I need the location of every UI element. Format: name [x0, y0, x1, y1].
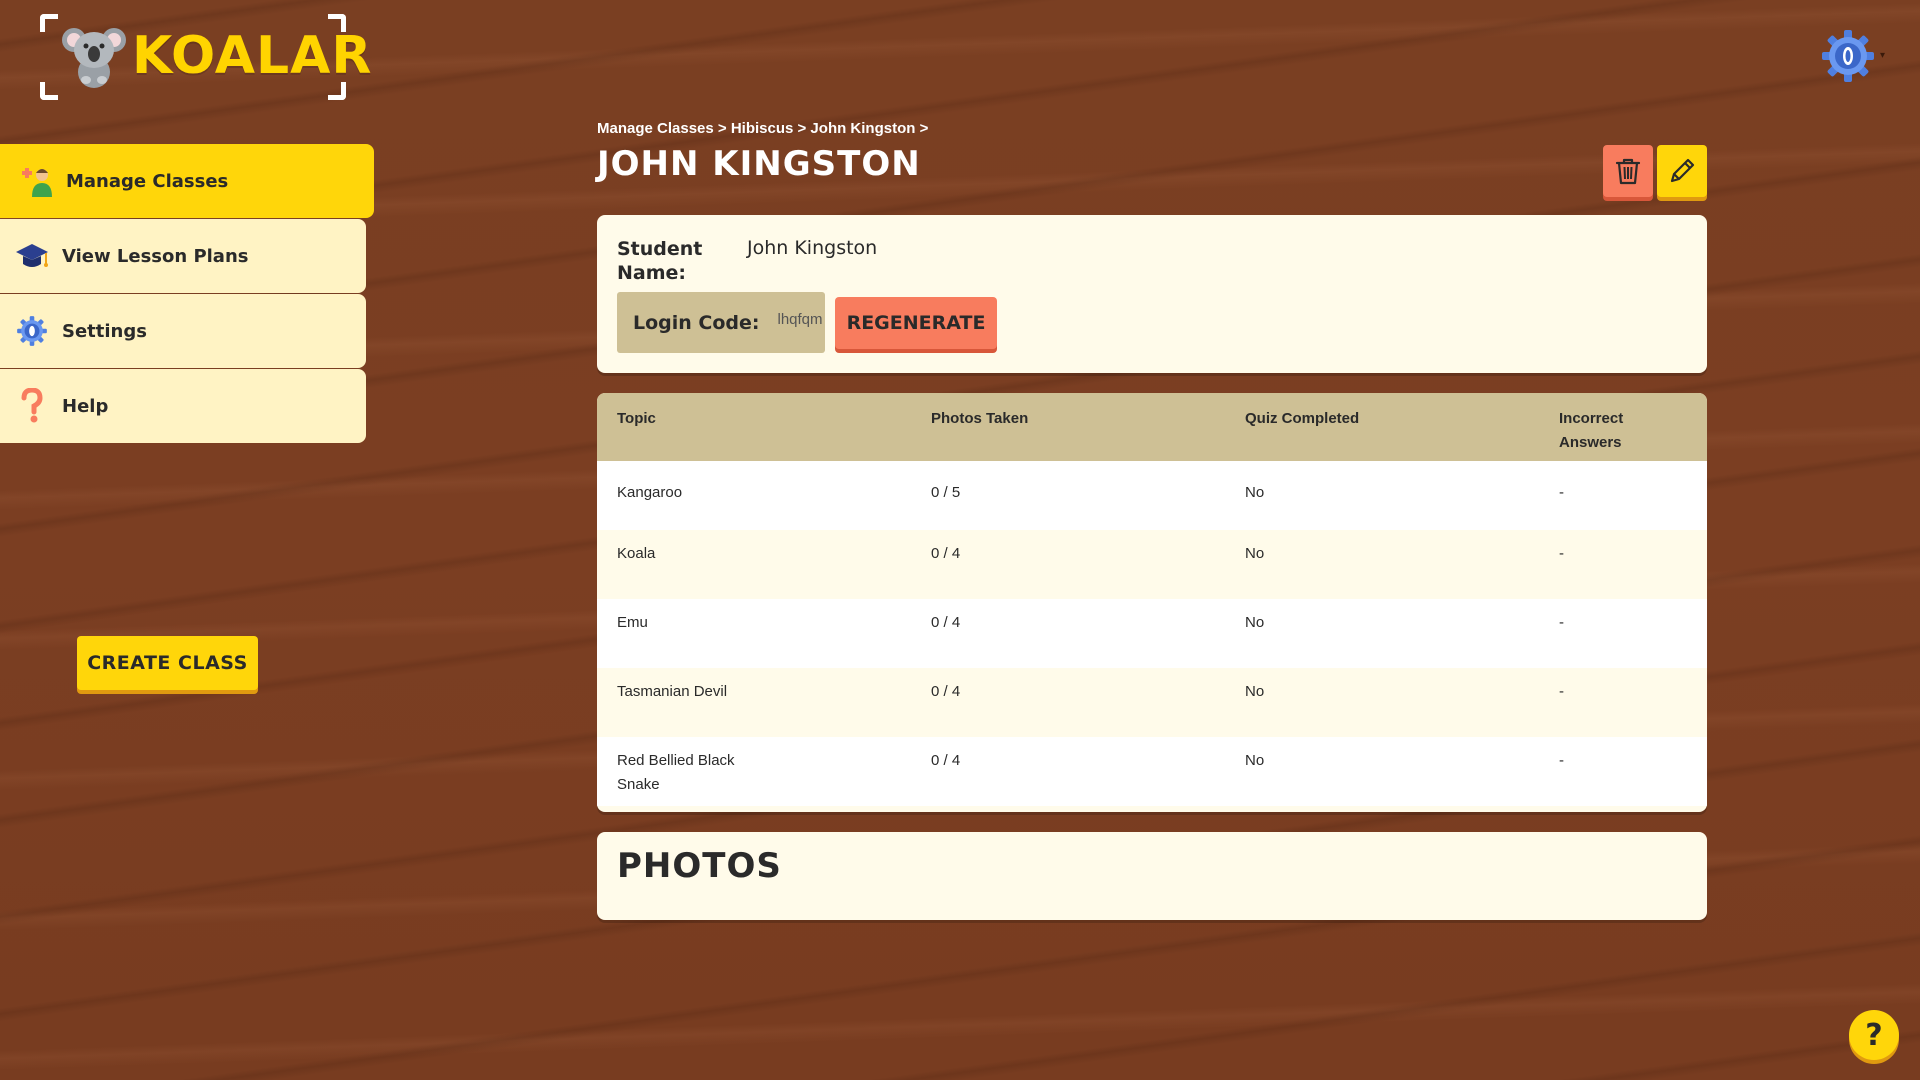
cell-quiz-completed: No	[1225, 737, 1539, 806]
table-row: Kangaroo 0 / 5 No -	[597, 461, 1707, 530]
cell-incorrect-answers: -	[1539, 461, 1707, 530]
sidebar-item-label: View Lesson Plans	[62, 245, 249, 267]
gear-icon[interactable]	[1820, 28, 1876, 84]
breadcrumb[interactable]: Manage Classes > Hibiscus > John Kingsto…	[597, 120, 928, 137]
student-name-value: John Kingston	[747, 237, 878, 259]
help-button[interactable]: ?	[1849, 1010, 1899, 1060]
graduation-cap-icon	[14, 238, 50, 274]
cell-topic: Tasmanian Devil	[597, 668, 911, 737]
cell-photos-taken: 0 / 4	[911, 668, 1225, 737]
cell-incorrect-answers: -	[1539, 599, 1707, 668]
login-code-label: Login Code:	[633, 311, 760, 334]
page-title: JOHN KINGSTON	[597, 144, 921, 184]
cell-quiz-completed: No	[1225, 668, 1539, 737]
topic-progress-table: Topic Photos Taken Quiz Completed Incorr…	[597, 393, 1707, 812]
cell-photos-taken: 0 / 4	[911, 599, 1225, 668]
sidebar-item-label: Help	[62, 395, 109, 417]
trash-icon	[1615, 158, 1641, 185]
cell-topic: Kangaroo	[597, 461, 911, 530]
regenerate-button[interactable]: REGENERATE	[835, 297, 997, 349]
cell-incorrect-answers: -	[1539, 668, 1707, 737]
cell-incorrect-answers: -	[1539, 530, 1707, 599]
cell-photos-taken: 0 / 5	[911, 461, 1225, 530]
cell-quiz-completed: No	[1225, 461, 1539, 530]
cell-topic: Koala	[597, 530, 911, 599]
sidebar-item-help[interactable]: Help	[0, 369, 366, 443]
cell-quiz-completed: No	[1225, 530, 1539, 599]
login-code-value: lhqfqm	[777, 311, 823, 328]
column-header-quiz-completed: Quiz Completed	[1225, 393, 1539, 461]
sidebar-item-view-lesson-plans[interactable]: View Lesson Plans	[0, 219, 366, 293]
sidebar-item-label: Settings	[62, 320, 147, 342]
photos-title: PHOTOS	[617, 846, 782, 886]
koala-icon	[62, 28, 126, 88]
pencil-icon	[1670, 158, 1695, 183]
sidebar-nav: Manage Classes View Lesson Plans Setting…	[0, 144, 374, 444]
chevron-down-icon[interactable]: ▾	[1880, 50, 1888, 61]
edit-student-button[interactable]	[1657, 145, 1707, 197]
column-header-photos-taken: Photos Taken	[911, 393, 1225, 461]
create-class-button[interactable]: CREATE CLASS	[77, 636, 258, 690]
table-row: Koala 0 / 4 No -	[597, 530, 1707, 599]
table-row: Tasmanian Devil 0 / 4 No -	[597, 668, 1707, 737]
cell-photos-taken: 0 / 4	[911, 530, 1225, 599]
sidebar-item-label: Manage Classes	[66, 170, 229, 192]
photos-section: PHOTOS	[597, 832, 1707, 920]
cell-photos-taken: 0 / 4	[911, 737, 1225, 806]
sidebar-item-settings[interactable]: Settings	[0, 294, 366, 368]
logo-bracket	[40, 82, 58, 100]
cell-incorrect-answers: -	[1539, 737, 1707, 806]
table-row: Red Bellied Black Snake 0 / 4 No -	[597, 737, 1707, 806]
gear-icon	[14, 313, 50, 349]
cell-topic: Red Bellied Black Snake	[597, 737, 911, 806]
column-header-label: Incorrect Answers	[1559, 410, 1624, 451]
student-info-card: Student Name: John Kingston Login Code: …	[597, 215, 1707, 373]
logo-bracket	[40, 14, 58, 32]
column-header-incorrect-answers: Incorrect Answers	[1539, 393, 1707, 461]
cell-quiz-completed: No	[1225, 599, 1539, 668]
app-logo[interactable]: KOALAR	[40, 14, 371, 100]
table-row: Emu 0 / 4 No -	[597, 599, 1707, 668]
question-icon	[14, 388, 50, 424]
student-name-label: Student Name:	[617, 238, 703, 284]
cell-topic-text: Red Bellied Black Snake	[617, 752, 735, 793]
sidebar-item-manage-classes[interactable]: Manage Classes	[0, 144, 374, 218]
delete-student-button[interactable]	[1603, 145, 1653, 197]
column-header-topic: Topic	[597, 393, 911, 461]
teacher-icon	[20, 163, 56, 199]
login-code-box: Login Code: lhqfqm	[617, 292, 825, 353]
cell-topic: Emu	[597, 599, 911, 668]
logo-wordmark: KOALAR	[132, 26, 373, 86]
